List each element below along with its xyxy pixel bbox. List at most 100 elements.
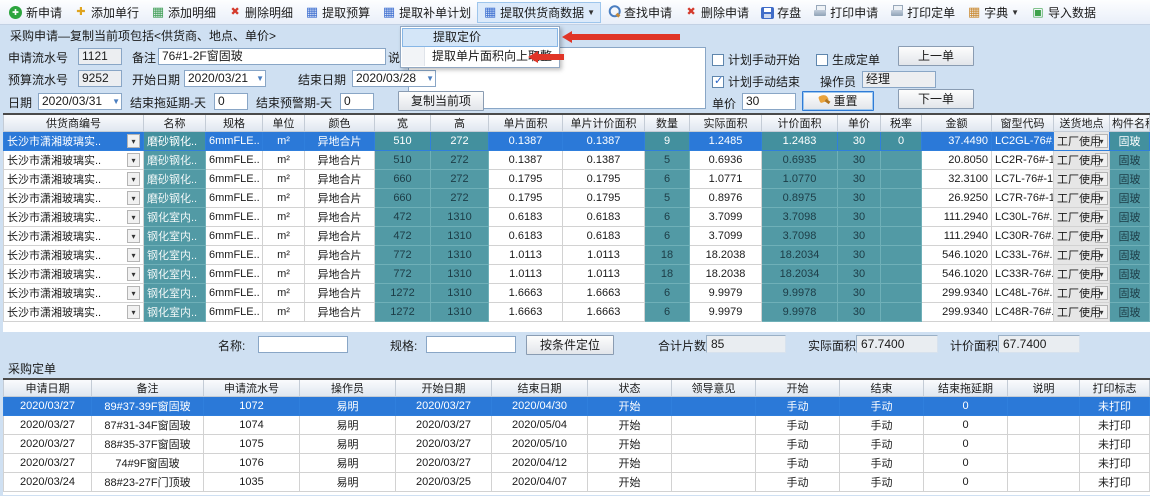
cell[interactable]: 异地合片 bbox=[305, 189, 375, 208]
cell[interactable]: 9.9979 bbox=[690, 284, 762, 303]
table-row[interactable]: ▾长沙市潇湘玻璃实..钢化室内..6mmFLE..m²异地合片77213101.… bbox=[4, 246, 1150, 265]
table-row[interactable]: ▾长沙市潇湘玻璃实..磨砂钢化..6mmFLE..m²异地合片6602720.1… bbox=[4, 170, 1150, 189]
cell[interactable]: 6 bbox=[645, 284, 690, 303]
cell[interactable]: 30 bbox=[838, 265, 881, 284]
column-header[interactable]: 结束日期 bbox=[492, 379, 588, 397]
cell[interactable]: 0.6183 bbox=[563, 208, 645, 227]
unit-price-input[interactable]: 30 bbox=[742, 93, 796, 110]
cell[interactable]: LC30R-76#.. bbox=[992, 227, 1054, 246]
cell[interactable]: 1.6663 bbox=[489, 303, 563, 322]
cell[interactable]: 1272 bbox=[375, 284, 431, 303]
cell[interactable]: 1310 bbox=[431, 284, 489, 303]
column-header[interactable]: 开始日期 bbox=[396, 379, 492, 397]
cell[interactable]: 510 bbox=[375, 151, 431, 170]
cell[interactable]: m² bbox=[263, 189, 305, 208]
cell[interactable]: 0.8976 bbox=[690, 189, 762, 208]
cell[interactable]: 18.2034 bbox=[762, 246, 838, 265]
locate-by-condition-button[interactable]: 按条件定位 bbox=[526, 335, 614, 355]
copy-current-button[interactable]: 复制当前项 bbox=[398, 91, 484, 111]
cell[interactable]: 磨砂钢化.. bbox=[144, 170, 206, 189]
cell[interactable]: 6mmFLE.. bbox=[206, 227, 263, 246]
cell[interactable]: 钢化室内.. bbox=[144, 246, 206, 265]
cell[interactable]: 660 bbox=[375, 189, 431, 208]
cell[interactable]: 5 bbox=[645, 189, 690, 208]
manual-start-checkbox[interactable]: 计划手动开始 bbox=[712, 51, 800, 68]
cell[interactable]: 开始 bbox=[588, 473, 672, 492]
cell[interactable]: 异地合片 bbox=[305, 208, 375, 227]
cell[interactable]: 2020/03/27 bbox=[396, 397, 492, 416]
column-header[interactable]: 规格 bbox=[206, 114, 263, 132]
generate-order-checkbox[interactable]: 生成定单 bbox=[816, 51, 880, 68]
cell[interactable]: LC30L-76#.. bbox=[992, 208, 1054, 227]
chevron-down-icon[interactable]: ▾ bbox=[127, 210, 140, 224]
cell[interactable]: 手动 bbox=[840, 416, 924, 435]
cell[interactable]: 272 bbox=[431, 170, 489, 189]
cell[interactable]: 30 bbox=[838, 170, 881, 189]
table-row[interactable]: ▾长沙市潇湘玻璃实..钢化室内..6mmFLE..m²异地合片77213101.… bbox=[4, 265, 1150, 284]
toolbar-new-request-button[interactable]: 新申请 bbox=[3, 2, 68, 23]
table-row[interactable]: ▾长沙市潇湘玻璃实..钢化室内..6mmFLE..m²异地合片47213100.… bbox=[4, 208, 1150, 227]
cell[interactable]: 6 bbox=[645, 227, 690, 246]
cell[interactable]: 18 bbox=[645, 265, 690, 284]
cell[interactable]: 手动 bbox=[756, 454, 840, 473]
column-header[interactable]: 高 bbox=[431, 114, 489, 132]
cell[interactable]: 1072 bbox=[204, 397, 300, 416]
cell[interactable]: 固玻 bbox=[1110, 303, 1150, 322]
cell[interactable]: 9.9978 bbox=[762, 303, 838, 322]
toolbar-dictionary-button[interactable]: 字典▼ bbox=[961, 2, 1025, 23]
cell[interactable]: 0.1387 bbox=[563, 151, 645, 170]
cell[interactable]: 手动 bbox=[840, 397, 924, 416]
cell[interactable]: 0 bbox=[924, 435, 1008, 454]
table-row[interactable]: ▾长沙市潇湘玻璃实..磨砂钢化..6mmFLE..m²异地合片5102720.1… bbox=[4, 151, 1150, 170]
cell[interactable]: 0 bbox=[924, 473, 1008, 492]
cell[interactable]: 手动 bbox=[840, 435, 924, 454]
cell[interactable]: 0.1387 bbox=[563, 132, 645, 151]
cell[interactable]: 30 bbox=[838, 132, 881, 151]
cell[interactable]: 18.2034 bbox=[762, 265, 838, 284]
column-header[interactable]: 实际面积 bbox=[690, 114, 762, 132]
cell[interactable] bbox=[881, 265, 922, 284]
cell[interactable]: 6mmFLE.. bbox=[206, 151, 263, 170]
cell[interactable]: 固玻 bbox=[1110, 189, 1150, 208]
cell[interactable]: 易明 bbox=[300, 397, 396, 416]
column-header[interactable]: 单位 bbox=[263, 114, 305, 132]
column-header[interactable]: 送货地点 bbox=[1054, 114, 1110, 132]
cell[interactable]: 1310 bbox=[431, 208, 489, 227]
toolbar-print-order-button[interactable]: 打印定单 bbox=[884, 2, 961, 23]
column-header[interactable]: 颜色 bbox=[305, 114, 375, 132]
delay-input[interactable]: 0 bbox=[214, 93, 248, 110]
cell[interactable]: 0.1795 bbox=[563, 189, 645, 208]
cell[interactable]: 0 bbox=[924, 416, 1008, 435]
cell[interactable]: 30 bbox=[838, 284, 881, 303]
cell[interactable]: 开始 bbox=[588, 454, 672, 473]
cell[interactable]: ▾工厂使用 bbox=[1054, 284, 1110, 303]
cell[interactable]: 74#9F窗固玻 bbox=[92, 454, 204, 473]
cell[interactable]: 2020/04/30 bbox=[492, 397, 588, 416]
column-header[interactable]: 开始 bbox=[756, 379, 840, 397]
cell[interactable]: 固玻 bbox=[1110, 151, 1150, 170]
cell[interactable]: 6mmFLE.. bbox=[206, 265, 263, 284]
cell[interactable]: LC2GL-76#.. bbox=[992, 132, 1054, 151]
cell[interactable]: 未打印 bbox=[1080, 416, 1150, 435]
cell[interactable]: 18.2038 bbox=[690, 246, 762, 265]
cell[interactable]: 6 bbox=[645, 303, 690, 322]
column-header[interactable]: 说明 bbox=[1008, 379, 1080, 397]
cell[interactable] bbox=[881, 246, 922, 265]
chevron-down-icon[interactable]: ▾ bbox=[127, 153, 140, 167]
column-header[interactable]: 单片计价面积 bbox=[563, 114, 645, 132]
cell[interactable] bbox=[881, 208, 922, 227]
cell[interactable]: 0.1795 bbox=[563, 170, 645, 189]
cell[interactable]: 2020/03/27 bbox=[4, 397, 92, 416]
cell[interactable]: 472 bbox=[375, 227, 431, 246]
cell[interactable]: 钢化室内.. bbox=[144, 303, 206, 322]
cell[interactable]: 0.6935 bbox=[762, 151, 838, 170]
toolbar-import-data-button[interactable]: 导入数据 bbox=[1025, 2, 1102, 23]
cell[interactable]: 1.0113 bbox=[489, 246, 563, 265]
cell[interactable]: 0.8975 bbox=[762, 189, 838, 208]
reset-button[interactable]: 重置 bbox=[802, 91, 874, 111]
cell[interactable]: 1.0113 bbox=[489, 265, 563, 284]
remark-input[interactable]: 76#1-2F窗固玻 bbox=[158, 48, 386, 65]
cell[interactable]: 772 bbox=[375, 246, 431, 265]
cell[interactable]: 固玻 bbox=[1110, 170, 1150, 189]
cell[interactable]: 磨砂钢化.. bbox=[144, 151, 206, 170]
